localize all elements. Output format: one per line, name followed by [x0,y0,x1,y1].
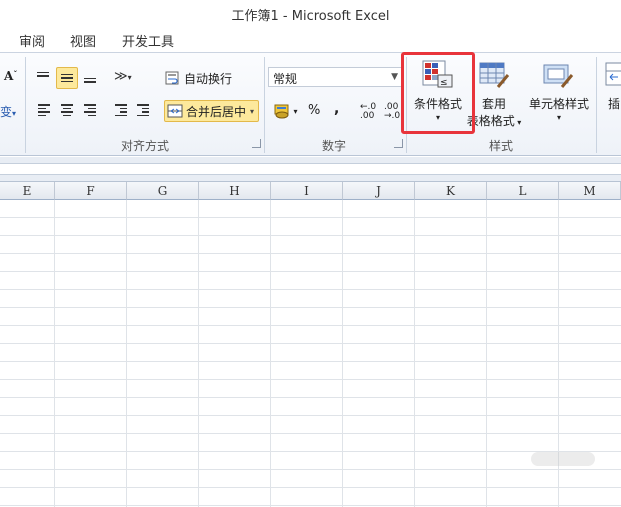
cell-styles-icon [543,64,574,88]
decrease-font-icon[interactable]: Aˇ [4,69,17,83]
column-header-g[interactable]: G [127,182,199,200]
insert-label: 插 [608,97,621,111]
column-header-l[interactable]: L [487,182,559,200]
number-format-value: 常规 [273,72,298,86]
increase-decimal-icon[interactable]: ←.0.00 [360,103,376,121]
top-align-icon[interactable] [33,67,53,87]
styles-group-label: 样式 [488,139,513,153]
align-right-icon[interactable] [81,101,99,119]
column-header-h[interactable]: H [199,182,271,200]
currency-icon [274,104,289,119]
ribbon: Aˇ 变▾ ≫▾ 自动换行 合并后居中 ▾ 对齐方式 常规 ▼ ▾ % , ←.… [0,52,621,156]
number-format-select[interactable]: 常规 ▼ [268,67,402,87]
column-header-j[interactable]: J [343,182,415,200]
title-bar: 工作簿1 - Microsoft Excel [0,0,621,26]
chevron-down-icon: ▾ [556,113,561,122]
cell-styles-button[interactable]: 单元格样式 ▾ [526,57,592,133]
tab-developer[interactable]: 开发工具 [122,31,174,50]
column-header-f[interactable]: F [55,182,127,200]
window-title: 工作簿1 - Microsoft Excel [231,9,390,24]
merge-center-button[interactable]: 合并后居中 ▾ [164,100,259,122]
merge-dropdown-icon[interactable]: ▾ [250,107,254,116]
bottom-align-icon[interactable] [80,67,100,87]
number-dialog-launcher-icon[interactable] [394,139,403,148]
column-header-k[interactable]: K [415,182,487,200]
alignment-group-label: 对齐方式 [120,139,169,153]
cell-grid[interactable] [0,200,621,507]
tab-view[interactable]: 视图 [70,31,96,50]
wrap-text-button[interactable]: 自动换行 [164,67,260,89]
percent-style-button[interactable]: % [308,103,320,118]
merge-center-label: 合并后居中 [186,104,247,119]
accounting-format-button[interactable]: ▾ [270,101,302,121]
decrease-decimal-icon[interactable]: .00 →.0 [384,103,400,121]
tab-review[interactable]: 审阅 [19,31,45,50]
wrap-text-label: 自动换行 [184,71,233,86]
watermark [531,452,595,466]
cell-styles-label: 单元格样式 [528,97,589,111]
format-as-table-icon [479,62,510,88]
phonetic-icon[interactable]: 变▾ [0,103,16,120]
orientation-icon[interactable]: ≫▾ [114,69,132,84]
comma-style-button[interactable]: , [334,101,339,117]
merge-center-icon [167,104,183,118]
formula-bar [0,157,621,182]
formula-input[interactable] [0,163,621,175]
column-header-i[interactable]: I [271,182,343,200]
column-header-e[interactable]: E [0,182,55,200]
align-center-icon[interactable] [58,101,76,119]
insert-button[interactable]: 插 [600,57,621,133]
alignment-dialog-launcher-icon[interactable] [252,139,261,148]
wrap-text-icon [165,71,179,85]
align-left-icon[interactable] [35,101,53,119]
insert-cells-icon [605,62,621,86]
increase-indent-icon[interactable] [134,101,152,119]
highlight-outline [401,52,475,134]
ribbon-tabs: 审阅 视图 开发工具 [0,26,621,52]
chevron-down-icon: ▼ [391,72,398,82]
middle-align-icon[interactable] [56,67,78,89]
decrease-indent-icon[interactable] [112,101,130,119]
number-group-label: 数字 [321,139,346,153]
column-header-m[interactable]: M [559,182,621,200]
